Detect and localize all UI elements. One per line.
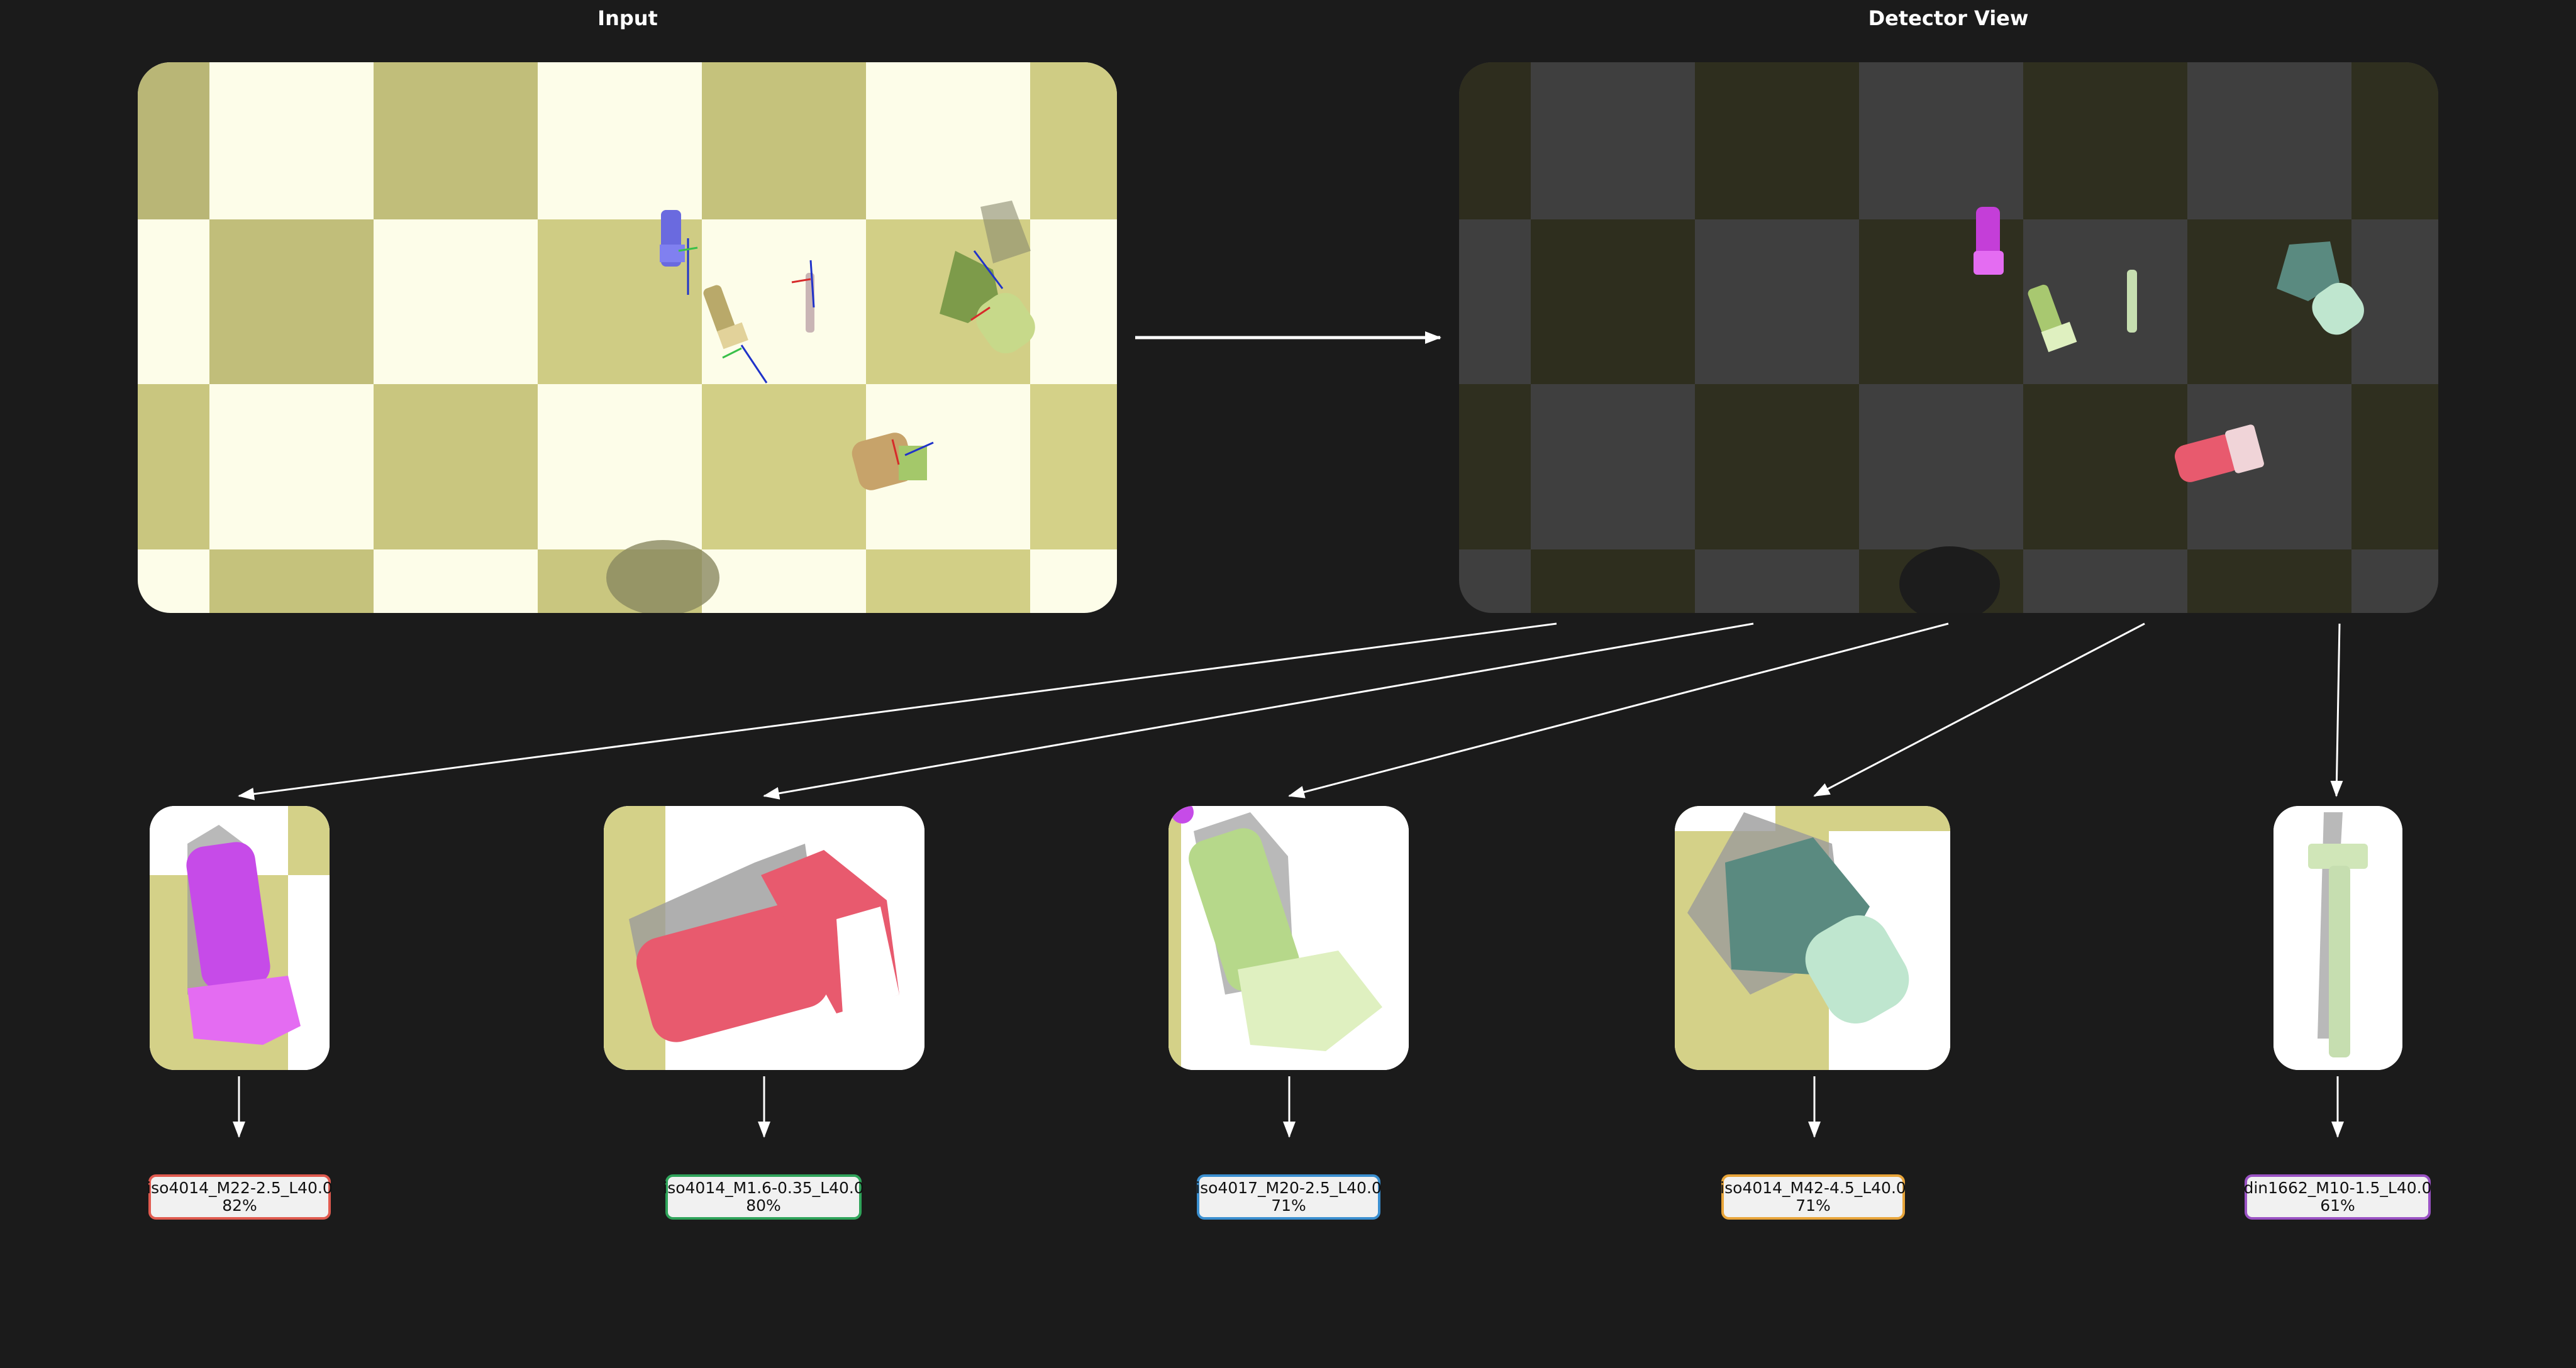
detection-label-1-confidence: 82% xyxy=(222,1196,257,1215)
detection-label-2-name: iso4014_M1.6-0.35_L40.0 xyxy=(663,1179,864,1197)
detection-label-2-confidence: 80% xyxy=(746,1196,781,1215)
dark-checkerboard-floor xyxy=(1459,62,2438,613)
crop-detection-2 xyxy=(604,806,924,1070)
crop-detection-3 xyxy=(1169,806,1409,1070)
detection-label-1: iso4014_M22-2.5_L40.0 82% xyxy=(147,1174,333,1220)
detection-label-5-name: din1662_M10-1.5_L40.0 xyxy=(2243,1179,2432,1197)
detection-label-4-name: iso4014_M42-4.5_L40.0 xyxy=(1720,1179,1906,1197)
detection-label-2: iso4014_M1.6-0.35_L40.0 80% xyxy=(663,1174,864,1220)
detection-label-4-confidence: 71% xyxy=(1796,1196,1831,1215)
detector-panel-title: Detector View xyxy=(1868,6,2029,30)
checkerboard-floor xyxy=(138,62,1117,613)
fanout-arrow-5 xyxy=(2330,623,2343,797)
input-panel-title: Input xyxy=(597,6,658,30)
crop-detection-5 xyxy=(2273,806,2402,1070)
fanout-arrow-1 xyxy=(238,622,1557,800)
detection-label-3-name: iso4017_M20-2.5_L40.0 xyxy=(1196,1179,1382,1197)
fanout-arrow-2 xyxy=(763,622,1754,800)
fanout-arrow-3 xyxy=(1288,622,1949,798)
detection-label-3-confidence: 71% xyxy=(1271,1196,1306,1215)
detector-view-panel xyxy=(1459,62,2438,613)
crop-detection-4 xyxy=(1675,806,1950,1070)
crop-detection-1 xyxy=(150,806,330,1070)
input-image-panel xyxy=(138,62,1117,613)
detection-label-5: din1662_M10-1.5_L40.0 61% xyxy=(2243,1174,2432,1220)
detection-label-4: iso4014_M42-4.5_L40.0 71% xyxy=(1720,1174,1906,1220)
detection-label-5-confidence: 61% xyxy=(2320,1196,2355,1215)
fanout-arrow-4 xyxy=(1813,622,2145,797)
detection-label-1-name: iso4014_M22-2.5_L40.0 xyxy=(147,1179,333,1197)
detection-label-3: iso4017_M20-2.5_L40.0 71% xyxy=(1196,1174,1382,1220)
